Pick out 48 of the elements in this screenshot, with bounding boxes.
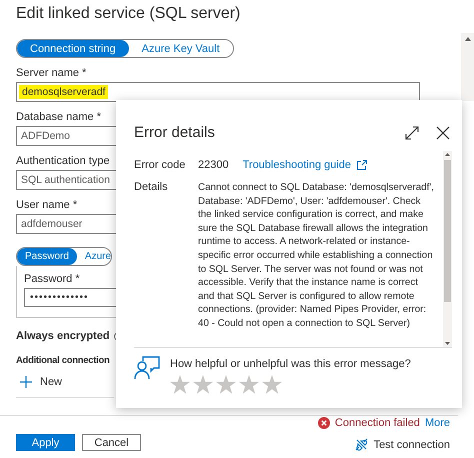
external-link-icon — [357, 160, 368, 170]
feedback-question: How helpful or unhelpful was this error message? — [170, 358, 411, 370]
error-message: Cannot connect to SQL Database: 'demosqlserveradf', Database: 'ADFDemo', User: 'adfdemouser'. Check the linked service configuration is correct, and make sure the SQL Database firewall allows the integration runtime to access. A network-related or instance-specific error occurred while establishing a connection to SQL Server. The server was not found or was not accessible. Verify that the instance name is correct and that SQL Server is configured to allow remote connections. (provider: Named Pipes Provider, error: 40 - Could not open a connection to SQL Server) — [198, 181, 435, 331]
error-code: 22300 — [198, 159, 229, 171]
field-label: Database name * — [16, 111, 101, 123]
details-label: Details — [134, 181, 169, 195]
star-icon[interactable] — [262, 374, 282, 394]
scroll-up-icon[interactable] — [445, 153, 450, 156]
test-connection-button[interactable]: Test connection — [354, 438, 450, 451]
field-value: demosqlserveradf — [19, 85, 108, 99]
star-icon[interactable] — [239, 374, 259, 394]
field-label: User name * — [16, 199, 78, 211]
star-icon[interactable] — [193, 374, 213, 394]
error-code-label: Error code — [134, 159, 186, 171]
field-value: adfdemouser — [21, 217, 82, 231]
feedback-icon — [134, 356, 160, 380]
section-label: Additional connection — [16, 355, 110, 366]
new-button[interactable]: New — [16, 376, 62, 388]
field-label: Authentication type — [16, 155, 110, 167]
status-text: Connection failed — [334, 417, 420, 429]
plug-icon — [354, 438, 368, 451]
field-value: ADFDemo — [21, 129, 70, 143]
field-label: Server name * — [16, 67, 86, 79]
scroll-down-icon[interactable] — [445, 342, 450, 345]
more-link[interactable]: More — [424, 417, 450, 429]
toggle-tab[interactable]: Password — [17, 248, 77, 265]
input-field[interactable]: adfdemouser — [16, 214, 117, 234]
field-value: SQL authentication — [21, 173, 110, 187]
close-icon[interactable] — [436, 126, 450, 140]
scroll-up-icon[interactable] — [464, 37, 470, 41]
toggle-tab[interactable]: Connection string — [17, 40, 129, 57]
apply-button[interactable]: Apply — [16, 434, 75, 451]
expand-icon[interactable] — [405, 126, 419, 140]
star-icon[interactable] — [216, 374, 236, 394]
password-field[interactable]: ••••••••••••• — [24, 288, 116, 307]
scrollbar[interactable] — [461, 33, 474, 101]
error-icon — [318, 417, 330, 429]
input-field[interactable]: ADFDemo — [16, 126, 117, 146]
cancel-button[interactable]: Cancel — [82, 434, 141, 451]
dialog-title: Error details — [134, 124, 216, 141]
troubleshooting-link[interactable]: Troubleshooting guide — [242, 159, 368, 171]
panel-title: Edit linked service (SQL server) — [16, 5, 242, 23]
section-label: Always encrypted — [16, 330, 110, 342]
scrollbar[interactable] — [443, 151, 452, 347]
input-field[interactable]: SQL authentication — [16, 170, 117, 190]
plus-icon — [20, 376, 32, 388]
field-label: Password * — [24, 273, 80, 285]
star-icon[interactable] — [170, 374, 190, 394]
